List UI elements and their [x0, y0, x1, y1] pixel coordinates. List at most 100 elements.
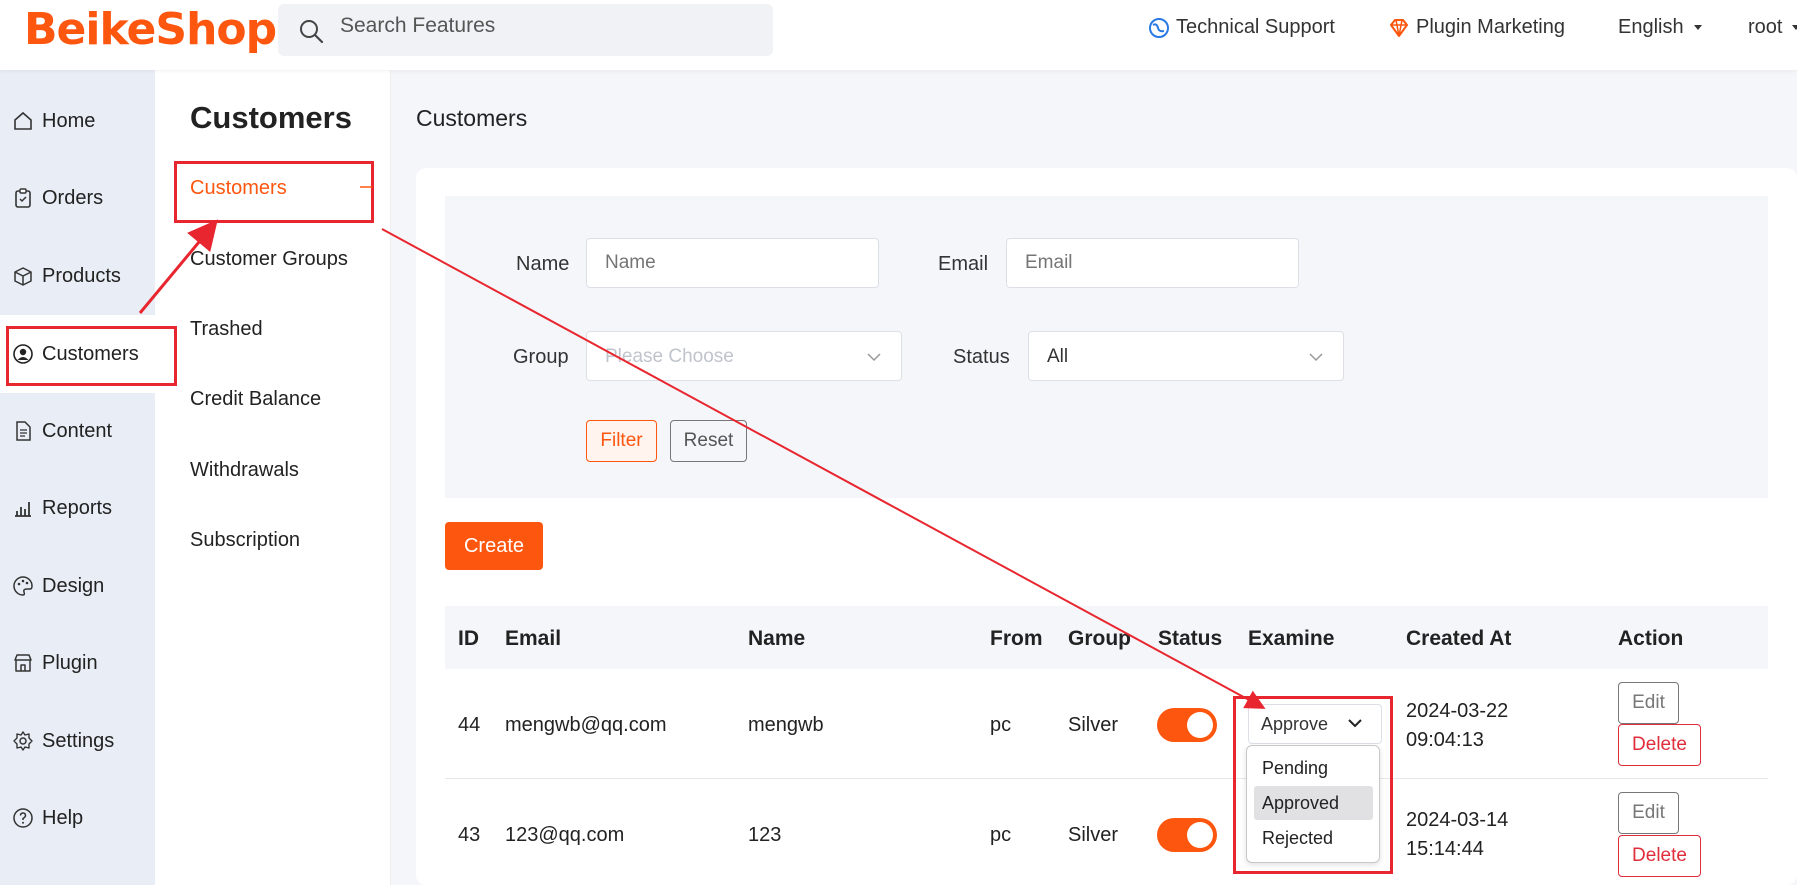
support-globe-icon	[1149, 17, 1169, 38]
toggle-knob	[1187, 712, 1213, 738]
column-header-status: Status	[1158, 627, 1223, 650]
email-label: Email	[938, 253, 989, 275]
chevron-down-icon	[867, 353, 881, 362]
user-name: root	[1748, 16, 1783, 38]
cell-group: Silver	[1068, 714, 1119, 736]
diamond-icon	[1390, 18, 1408, 37]
sidebar-item-home[interactable]: Home	[0, 86, 155, 156]
box-icon	[14, 267, 32, 286]
column-header-action: Action	[1618, 627, 1684, 650]
subnav-item-credit-balance[interactable]: Credit Balance	[190, 388, 321, 411]
name-input[interactable]	[586, 238, 879, 288]
plugin-marketing-link[interactable]: Plugin Marketing	[1388, 16, 1565, 39]
user-menu[interactable]: root	[1748, 16, 1797, 39]
subnav-item-subscription[interactable]: Subscription	[190, 529, 300, 552]
sidebar-item-orders[interactable]: Orders	[0, 163, 155, 233]
sidebar-item-content[interactable]: Content	[0, 396, 155, 466]
sidebar-item-label: Help	[42, 806, 84, 829]
reset-button[interactable]: Reset	[670, 420, 747, 462]
plugin-marketing-label: Plugin Marketing	[1416, 16, 1565, 38]
status-select-value: All	[1047, 346, 1069, 367]
sidebar-item-plugin[interactable]: Plugin	[0, 628, 155, 698]
cell-email: mengwb@qq.com	[505, 714, 667, 736]
store-icon	[14, 654, 32, 672]
sidebar-item-help[interactable]: Help	[0, 783, 155, 853]
question-icon	[13, 808, 33, 828]
column-header-examine: Examine	[1248, 627, 1335, 650]
caret-down-icon	[1792, 25, 1797, 30]
home-icon	[14, 111, 32, 130]
top-bar: BeikeShop Technical Support Plugin Marke…	[0, 0, 1797, 70]
status-toggle[interactable]	[1157, 708, 1217, 742]
page-title: Customers	[416, 105, 528, 131]
create-button[interactable]: Create	[445, 522, 543, 570]
sidebar-item-label: Home	[42, 109, 96, 132]
clipboard-icon	[15, 188, 31, 208]
filter-button[interactable]: Filter	[586, 420, 657, 462]
column-header-from: From	[990, 627, 1043, 650]
column-header-name: Name	[748, 627, 806, 650]
toggle-knob	[1187, 822, 1213, 848]
annotation-box-customers-subnav	[174, 161, 374, 223]
group-label: Group	[513, 346, 569, 368]
annotation-box-examine	[1233, 696, 1393, 874]
logo[interactable]: BeikeShop	[24, 4, 277, 55]
language-label: English	[1618, 16, 1684, 38]
caret-down-icon	[1693, 25, 1702, 30]
search-box[interactable]	[278, 4, 773, 56]
palette-icon	[13, 576, 33, 596]
subnav-item-customer-groups[interactable]: Customer Groups	[190, 248, 348, 271]
sidebar-item-reports[interactable]: Reports	[0, 473, 155, 543]
technical-support-label: Technical Support	[1176, 16, 1335, 38]
sidebar-item-label: Plugin	[42, 651, 98, 674]
edit-button[interactable]: Edit	[1618, 792, 1679, 834]
cell-name: 123	[748, 824, 782, 846]
chevron-down-icon	[1309, 353, 1323, 362]
name-label: Name	[516, 253, 570, 275]
sidebar-item-label: Design	[42, 574, 105, 597]
sidebar-item-products[interactable]: Products	[0, 241, 155, 311]
sidebar: Home Orders Products Customers Content R…	[0, 70, 155, 885]
cell-id: 43	[458, 824, 481, 846]
column-header-id: ID	[458, 627, 479, 650]
sidebar-item-settings[interactable]: Settings	[0, 706, 155, 776]
sidebar-item-label: Settings	[42, 729, 115, 752]
subnav-item-withdrawals[interactable]: Withdrawals	[190, 459, 299, 482]
delete-button[interactable]: Delete	[1618, 835, 1701, 877]
cell-from: pc	[990, 714, 1012, 736]
column-header-group: Group	[1068, 627, 1131, 650]
annotation-box-customers-sidebar	[6, 326, 177, 386]
column-header-email: Email	[505, 627, 562, 650]
sidebar-item-label: Reports	[42, 496, 113, 519]
edit-button[interactable]: Edit	[1618, 682, 1679, 724]
email-input[interactable]	[1006, 238, 1299, 288]
status-label: Status	[953, 346, 1010, 368]
group-select[interactable]: Please Choose	[586, 331, 902, 381]
sidebar-item-design[interactable]: Design	[0, 551, 155, 621]
subnav-item-trashed[interactable]: Trashed	[190, 318, 263, 341]
delete-button[interactable]: Delete	[1618, 724, 1701, 766]
column-header-created-at: Created At	[1406, 627, 1512, 650]
gear-icon	[13, 731, 33, 751]
language-dropdown[interactable]: English	[1618, 16, 1702, 39]
cell-created-time: 09:04:13	[1406, 729, 1484, 751]
cell-created-date: 2024-03-14	[1406, 809, 1509, 831]
document-icon	[16, 421, 31, 441]
sidebar-item-label: Content	[42, 419, 113, 442]
cell-created-date: 2024-03-22	[1406, 700, 1509, 722]
sidebar-item-label: Products	[42, 264, 121, 287]
cell-name: mengwb	[748, 714, 824, 736]
cell-email: 123@qq.com	[505, 824, 625, 846]
technical-support-link[interactable]: Technical Support	[1148, 16, 1335, 39]
cell-from: pc	[990, 824, 1012, 846]
cell-group: Silver	[1068, 824, 1119, 846]
cell-created-time: 15:14:44	[1406, 838, 1484, 860]
status-toggle[interactable]	[1157, 818, 1217, 852]
bar-chart-icon	[15, 502, 31, 517]
row-divider	[445, 778, 1768, 779]
search-input[interactable]	[340, 14, 740, 38]
group-select-placeholder: Please Choose	[605, 346, 734, 367]
subnav-title: Customers	[190, 100, 352, 135]
search-icon	[300, 20, 324, 44]
status-select[interactable]: All	[1028, 331, 1344, 381]
